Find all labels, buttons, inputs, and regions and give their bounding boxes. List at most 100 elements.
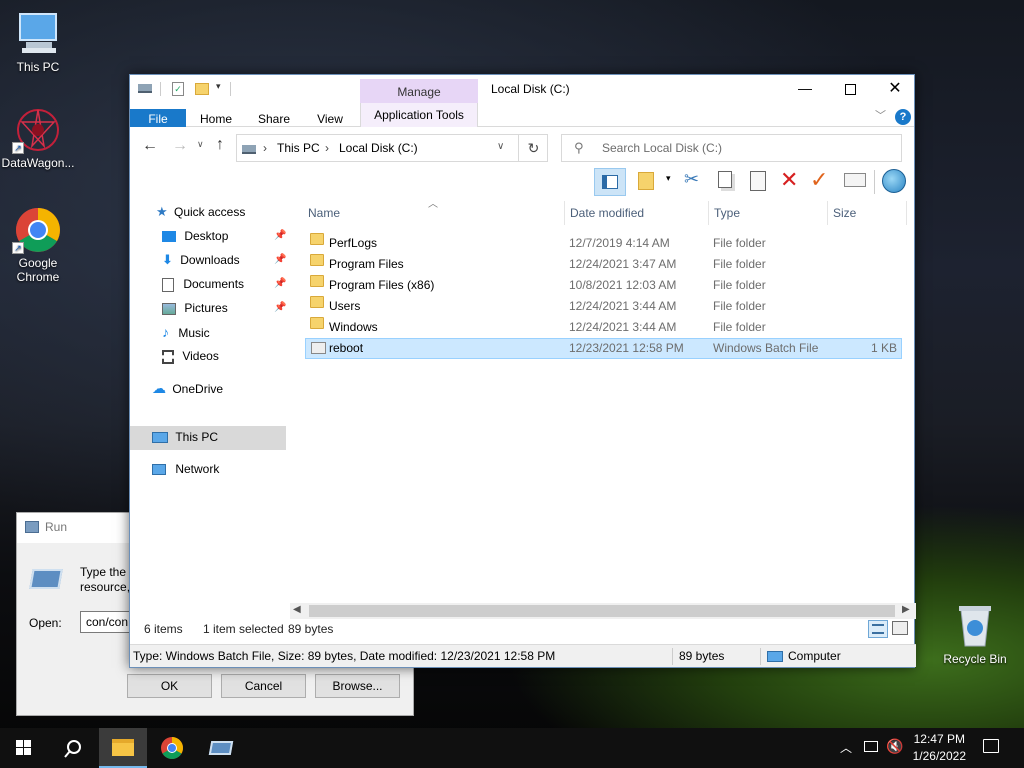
- properties-icon[interactable]: ✓: [172, 82, 184, 96]
- network-tray-icon[interactable]: [864, 741, 878, 752]
- taskbar: ︿ 🔇 12:47 PM 1/26/2022: [0, 728, 1024, 768]
- new-item-icon[interactable]: [638, 172, 654, 190]
- file-date: 12/23/2021 12:58 PM: [569, 341, 684, 355]
- new-folder-icon[interactable]: [195, 83, 209, 95]
- details-divider: [672, 648, 673, 665]
- manage-tab-group[interactable]: Manage: [360, 79, 478, 103]
- folder-icon: [310, 254, 324, 266]
- minimize-button[interactable]: —: [782, 75, 828, 103]
- column-header-size[interactable]: Size: [827, 201, 907, 225]
- file-name: PerfLogs: [329, 236, 378, 250]
- close-button[interactable]: ✕: [874, 75, 916, 103]
- file-name: reboot: [329, 341, 364, 355]
- chevron-down-icon[interactable]: ﹀: [875, 107, 886, 123]
- computer-icon: [767, 651, 783, 662]
- file-date: 12/7/2019 4:14 AM: [569, 236, 670, 250]
- shortcut-arrow-icon: ↗: [12, 242, 24, 254]
- file-explorer-taskbar-button[interactable]: [99, 728, 147, 768]
- shortcut-arrow-icon: ↗: [12, 142, 24, 154]
- properties-toolbar-icon[interactable]: [844, 173, 866, 187]
- clock-date: 1/26/2022: [912, 749, 966, 763]
- copy-icon[interactable]: [718, 171, 732, 188]
- file-row[interactable]: Users 12/24/2021 3:44 AM File folder: [305, 296, 902, 317]
- file-type: Windows Batch File: [713, 341, 819, 355]
- search-button[interactable]: [48, 728, 96, 768]
- delete-icon[interactable]: ✕: [780, 167, 798, 193]
- paste-icon[interactable]: [750, 171, 766, 191]
- selection-count: 1 item selected: [203, 622, 284, 636]
- rename-icon[interactable]: ✓: [810, 167, 828, 193]
- file-date: 10/8/2021 12:03 AM: [569, 278, 677, 292]
- recent-locations-icon[interactable]: ∨: [197, 139, 204, 150]
- address-dropdown-icon[interactable]: ∨: [497, 141, 504, 152]
- column-header-date[interactable]: Date modified: [564, 201, 708, 225]
- file-row-selected[interactable]: reboot 12/23/2021 12:58 PM Windows Batch…: [305, 338, 902, 359]
- file-row[interactable]: Program Files (x86) 10/8/2021 12:03 AM F…: [305, 275, 902, 296]
- desktop-icon-label: DataWagon...: [1, 156, 75, 170]
- column-header-type[interactable]: Type: [708, 201, 828, 225]
- desktop-icon-this-pc[interactable]: This PC: [0, 10, 76, 74]
- maximize-button[interactable]: [828, 75, 874, 103]
- chrome-icon: ↗: [12, 206, 62, 254]
- volume-muted-icon[interactable]: 🔇: [886, 738, 903, 755]
- datawagon-icon: ↗: [12, 106, 62, 154]
- run-dialog-title: Run: [45, 520, 68, 534]
- desktop-icon-chrome[interactable]: ↗ Google Chrome: [0, 206, 76, 284]
- forward-button[interactable]: →: [172, 137, 188, 155]
- chrome-taskbar-button[interactable]: [148, 728, 196, 768]
- search-box[interactable]: ⚲ Search Local Disk (C:): [561, 134, 902, 162]
- globe-icon[interactable]: [882, 169, 906, 193]
- clock[interactable]: 12:47 PM 1/26/2022: [913, 731, 966, 765]
- file-type: File folder: [713, 257, 766, 271]
- details-view-icon: [872, 624, 884, 634]
- browse-button[interactable]: Browse...: [315, 674, 400, 698]
- batch-file-icon: [311, 342, 326, 354]
- ok-button[interactable]: OK: [127, 674, 212, 698]
- title-bar[interactable]: ✓ ▾ Manage Local Disk (C:) — ✕: [130, 75, 914, 103]
- start-button[interactable]: [0, 728, 48, 768]
- details-view-button[interactable]: [868, 620, 888, 638]
- column-header-name[interactable]: Name: [303, 201, 563, 225]
- desktop-icon-datawagon[interactable]: ↗ DataWagon...: [0, 106, 76, 170]
- up-button[interactable]: ↑: [216, 136, 224, 154]
- refresh-button[interactable]: ↻: [518, 135, 548, 161]
- details-location: Computer: [788, 649, 841, 663]
- qat-dropdown-icon[interactable]: ▾: [216, 81, 221, 92]
- file-type: File folder: [713, 236, 766, 250]
- breadcrumb-this-pc[interactable]: This PC: [277, 141, 320, 155]
- cancel-button[interactable]: Cancel: [221, 674, 306, 698]
- scroll-left-icon[interactable]: ◀: [293, 604, 301, 615]
- folder-icon: [310, 275, 324, 287]
- help-icon[interactable]: ?: [895, 109, 911, 125]
- large-icons-view-button[interactable]: [892, 621, 908, 635]
- back-button[interactable]: ←: [142, 137, 158, 155]
- cut-icon[interactable]: ✂: [684, 169, 699, 190]
- tab-application-tools[interactable]: Application Tools: [360, 103, 478, 127]
- file-explorer-icon: [112, 739, 134, 756]
- status-bar: 6 items 1 item selected 89 bytes: [130, 617, 916, 641]
- show-hidden-icons-button[interactable]: ︿: [840, 739, 852, 756]
- toolbar-divider: [874, 170, 875, 194]
- desktop-icon-label: Google Chrome: [16, 256, 60, 284]
- file-row[interactable]: Program Files 12/24/2021 3:47 AM File fo…: [305, 254, 902, 275]
- notifications-icon[interactable]: [983, 739, 999, 753]
- navigation-pane-icon: [602, 175, 618, 189]
- selection-size: 89 bytes: [288, 622, 334, 636]
- details-size: 89 bytes: [679, 649, 725, 663]
- file-name: Program Files: [329, 257, 404, 271]
- folder-icon: [310, 233, 324, 245]
- breadcrumb-local-disk[interactable]: Local Disk (C:): [339, 141, 418, 155]
- address-bar[interactable]: › This PC › Local Disk (C:) ∨ ↻: [236, 134, 548, 162]
- file-name: Program Files (x86): [329, 278, 435, 292]
- file-row[interactable]: PerfLogs 12/7/2019 4:14 AM File folder: [305, 233, 902, 254]
- navigation-pane-button[interactable]: [594, 168, 626, 196]
- run-taskbar-button[interactable]: [197, 728, 245, 768]
- scroll-right-icon[interactable]: ▶: [902, 604, 910, 615]
- tab-file[interactable]: File: [130, 109, 186, 129]
- scrollbar-thumb[interactable]: [309, 605, 895, 617]
- desktop-icon-label: This PC: [16, 60, 60, 74]
- desktop-icon-recycle-bin[interactable]: Recycle Bin: [937, 602, 1013, 666]
- new-item-dropdown-icon[interactable]: ▾: [666, 173, 671, 184]
- file-row[interactable]: Windows 12/24/2021 3:44 AM File folder: [305, 317, 902, 338]
- this-pc-icon: [14, 10, 62, 58]
